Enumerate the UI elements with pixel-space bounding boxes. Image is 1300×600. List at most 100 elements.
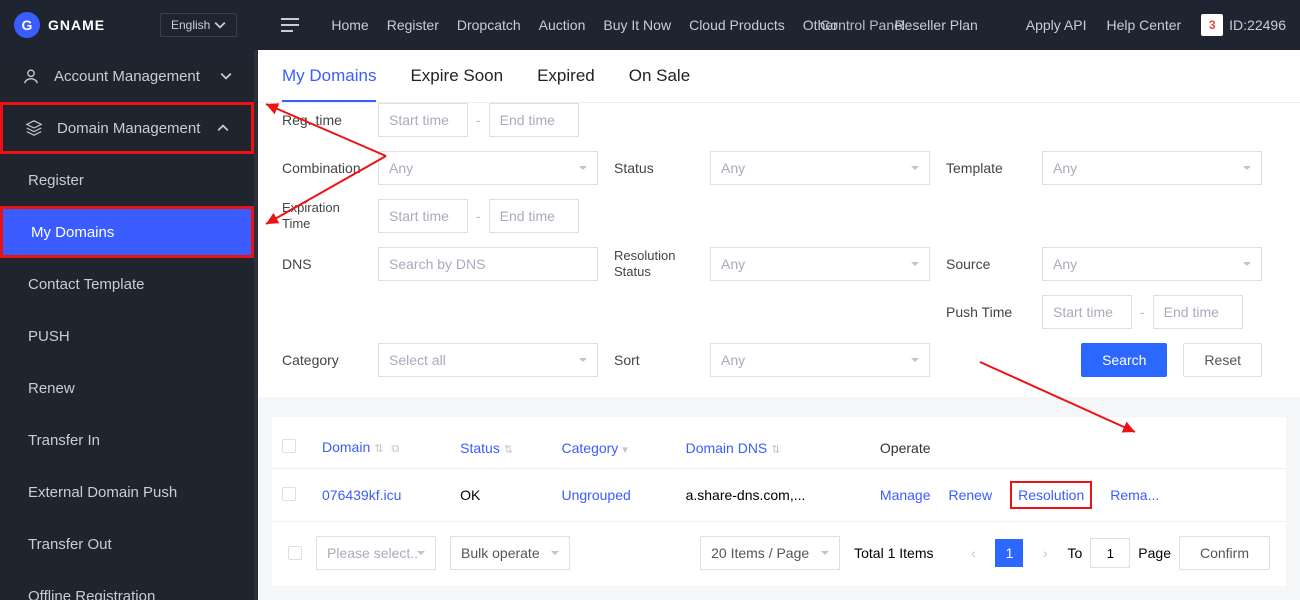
tab-my-domains[interactable]: My Domains: [282, 66, 376, 102]
filter-label-pushtime: Push Time: [946, 304, 1026, 320]
select-all-checkbox[interactable]: [282, 439, 296, 453]
sidebar-item-label: Register: [28, 172, 84, 189]
reseller-link[interactable]: Reseller Plan: [895, 17, 978, 33]
category-select[interactable]: Select all: [378, 343, 598, 377]
op-remark[interactable]: Rema...: [1110, 487, 1159, 503]
pager-current[interactable]: 1: [995, 539, 1023, 567]
sidebar-item-label: My Domains: [31, 224, 114, 241]
cell-status: OK: [450, 469, 551, 522]
top-nav: Home Register Dropcatch Auction Buy It N…: [281, 17, 837, 33]
dns-input[interactable]: Search by DNS: [378, 247, 598, 281]
sidebar-item-my-domains[interactable]: My Domains: [0, 206, 254, 258]
sidebar-item-label: Transfer Out: [28, 536, 112, 553]
header-right: Reseller Plan Control Panel Apply API He…: [895, 14, 1287, 36]
op-manage[interactable]: Manage: [880, 487, 931, 503]
nav-home[interactable]: Home: [331, 17, 368, 33]
sidebar-item-contact-template[interactable]: Contact Template: [0, 258, 254, 310]
nav-register[interactable]: Register: [387, 17, 439, 33]
cell-domain[interactable]: 076439kf.icu: [312, 469, 450, 522]
pager-confirm-button[interactable]: Confirm: [1179, 536, 1270, 570]
tab-expire-soon[interactable]: Expire Soon: [410, 66, 503, 102]
sidebar-item-transfer-out[interactable]: Transfer Out: [0, 518, 254, 570]
menu-toggle-icon[interactable]: [281, 18, 299, 32]
sidebar-item-push[interactable]: PUSH: [0, 310, 254, 362]
sidebar-domain-mgmt[interactable]: Domain Management: [0, 102, 254, 154]
op-renew[interactable]: Renew: [949, 487, 993, 503]
copy-icon[interactable]: ⧉: [391, 443, 399, 456]
language-label: English: [171, 18, 210, 32]
operate-actions: Manage Renew Resolution Rema...: [880, 481, 1276, 509]
th-domain[interactable]: Domain⇅ ⧉: [312, 427, 450, 469]
regtime-start-input[interactable]: Start time: [378, 103, 468, 137]
sidebar-item-label: PUSH: [28, 328, 70, 345]
dash-icon: -: [476, 208, 481, 224]
domain-table-card: Domain⇅ ⧉ Status⇅ Category▾ Domain DNS⇅ …: [272, 417, 1286, 586]
tab-expired[interactable]: Expired: [537, 66, 595, 102]
footer-checkbox[interactable]: [288, 546, 302, 560]
user-id-text: ID:22496: [1229, 17, 1286, 33]
th-category[interactable]: Category▾: [552, 427, 676, 469]
th-status-label: Status: [460, 440, 500, 456]
search-button[interactable]: Search: [1081, 343, 1167, 377]
sidebar-domain-label: Domain Management: [57, 120, 200, 137]
language-select[interactable]: English: [160, 13, 237, 37]
apply-api-link[interactable]: Apply API: [1026, 17, 1087, 33]
filter-label-source: Source: [946, 256, 1026, 272]
pager-page-label: Page: [1138, 545, 1171, 561]
expiration-start-input[interactable]: Start time: [378, 199, 468, 233]
cell-dns: a.share-dns.com,...: [676, 469, 870, 522]
sidebar-item-offline-reg[interactable]: Offline Registration: [0, 570, 254, 600]
control-panel-link[interactable]: Control Panel: [820, 17, 905, 33]
expiration-end-input[interactable]: End time: [489, 199, 579, 233]
top-header: G GNAME English Home Register Dropcatch …: [0, 0, 1300, 50]
sidebar-item-external-push[interactable]: External Domain Push: [0, 466, 254, 518]
logo-text: GNAME: [48, 17, 105, 33]
sidebar-account-mgmt[interactable]: Account Management: [0, 50, 254, 102]
tab-on-sale[interactable]: On Sale: [629, 66, 690, 102]
sidebar-item-label: Offline Registration: [28, 588, 155, 600]
template-select[interactable]: Any: [1042, 151, 1262, 185]
caret-down-icon: ▾: [622, 443, 628, 456]
nav-buyitnow[interactable]: Buy It Now: [603, 17, 671, 33]
logo[interactable]: G GNAME: [14, 12, 164, 38]
sidebar-item-register[interactable]: Register: [0, 154, 254, 206]
nav-dropcatch[interactable]: Dropcatch: [457, 17, 521, 33]
regtime-end-input[interactable]: End time: [489, 103, 579, 137]
footer-per-page[interactable]: 20 Items / Page: [700, 536, 840, 570]
resolution-status-select[interactable]: Any: [710, 247, 930, 281]
table-row: 076439kf.icu OK Ungrouped a.share-dns.co…: [272, 469, 1286, 522]
pager-next[interactable]: ›: [1031, 539, 1059, 567]
th-dns-label: Domain DNS: [686, 440, 768, 456]
pager-goto-input[interactable]: [1090, 538, 1130, 568]
th-dns[interactable]: Domain DNS⇅: [676, 427, 870, 469]
footer-bulk-operate[interactable]: Bulk operate: [450, 536, 570, 570]
th-status[interactable]: Status⇅: [450, 427, 551, 469]
avatar: 3: [1201, 14, 1223, 36]
pushtime-range: Start time - End time: [1042, 295, 1262, 329]
sidebar-item-renew[interactable]: Renew: [0, 362, 254, 414]
nav-auction[interactable]: Auction: [539, 17, 586, 33]
status-select[interactable]: Any: [710, 151, 930, 185]
footer-total: Total 1 Items: [854, 545, 933, 561]
domain-table: Domain⇅ ⧉ Status⇅ Category▾ Domain DNS⇅ …: [272, 427, 1286, 522]
filter-label-expiration: Expiration Time: [282, 200, 362, 231]
user-id-block[interactable]: 3 ID:22496: [1201, 14, 1286, 36]
pushtime-start-input[interactable]: Start time: [1042, 295, 1132, 329]
footer-please-select[interactable]: Please select..: [316, 536, 436, 570]
chevron-up-icon: [217, 122, 229, 134]
th-category-label: Category: [562, 440, 619, 456]
cell-category[interactable]: Ungrouped: [552, 469, 676, 522]
combination-select[interactable]: Any: [378, 151, 598, 185]
pushtime-end-input[interactable]: End time: [1153, 295, 1243, 329]
source-select[interactable]: Any: [1042, 247, 1262, 281]
logo-icon: G: [14, 12, 40, 38]
help-center-link[interactable]: Help Center: [1106, 17, 1181, 33]
reset-button[interactable]: Reset: [1183, 343, 1262, 377]
sidebar-item-transfer-in[interactable]: Transfer In: [0, 414, 254, 466]
pager-prev[interactable]: ‹: [959, 539, 987, 567]
row-checkbox[interactable]: [282, 487, 296, 501]
op-resolution[interactable]: Resolution: [1010, 481, 1092, 509]
sort-select[interactable]: Any: [710, 343, 930, 377]
nav-cloud[interactable]: Cloud Products: [689, 17, 785, 33]
main-content: My Domains Expire Soon Expired On Sale R…: [258, 50, 1300, 600]
